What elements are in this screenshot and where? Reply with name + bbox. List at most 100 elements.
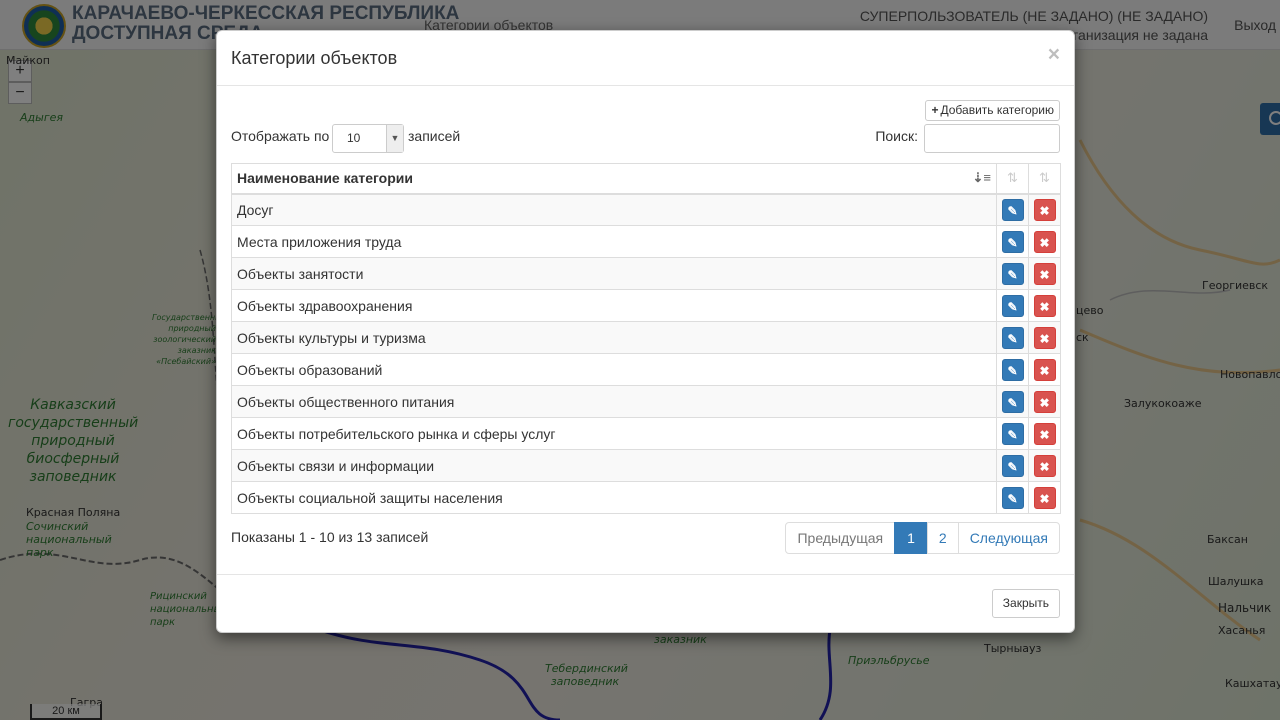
pagination-previous[interactable]: Предыдущая	[785, 522, 896, 554]
sort-icon: ⇅	[1007, 170, 1018, 186]
edit-button[interactable]: ✎	[1001, 454, 1024, 477]
search-input[interactable]	[924, 124, 1060, 153]
remove-icon: ✖	[1039, 203, 1050, 218]
column-header-delete[interactable]: ⇅	[1028, 163, 1061, 195]
delete-button[interactable]: ✖	[1033, 486, 1056, 509]
delete-button[interactable]: ✖	[1033, 390, 1056, 413]
table-header-row: Наименование категории ⇣≡ ⇅ ⇅	[231, 163, 1061, 195]
delete-button[interactable]: ✖	[1033, 262, 1056, 285]
delete-cell: ✖	[1028, 257, 1061, 290]
edit-button[interactable]: ✎	[1001, 262, 1024, 285]
table-row: Объекты общественного питания ✎ ✖	[231, 385, 1061, 418]
category-name: Объекты связи и информации	[231, 449, 997, 482]
categories-table: Наименование категории ⇣≡ ⇅ ⇅ Досуг ✎ ✖ Мес…	[231, 163, 1061, 514]
category-name: Объекты социальной защиты населения	[231, 481, 997, 514]
column-header-edit[interactable]: ⇅	[996, 163, 1029, 195]
page-length-label: Отображать по	[231, 128, 330, 144]
delete-button[interactable]: ✖	[1033, 422, 1056, 445]
pencil-icon: ✎	[1007, 459, 1018, 474]
delete-button[interactable]: ✖	[1033, 230, 1056, 253]
remove-icon: ✖	[1039, 459, 1050, 474]
pencil-icon: ✎	[1007, 363, 1018, 378]
categories-modal: Категории объектов × + Добавить категорию…	[216, 30, 1075, 633]
delete-cell: ✖	[1028, 385, 1061, 418]
pencil-icon: ✎	[1007, 267, 1018, 282]
edit-cell: ✎	[996, 289, 1029, 322]
pencil-icon: ✎	[1007, 203, 1018, 218]
edit-cell: ✎	[996, 225, 1029, 258]
pagination-next[interactable]: Следующая	[957, 522, 1060, 554]
table-row: Места приложения труда ✎ ✖	[231, 225, 1061, 258]
delete-cell: ✖	[1028, 289, 1061, 322]
pencil-icon: ✎	[1007, 491, 1018, 506]
category-name: Досуг	[231, 193, 997, 226]
pagination-page-2[interactable]: 2	[926, 522, 959, 554]
delete-button[interactable]: ✖	[1033, 198, 1056, 221]
close-icon[interactable]: ×	[1048, 43, 1060, 67]
edit-button[interactable]: ✎	[1001, 198, 1024, 221]
delete-cell: ✖	[1028, 193, 1061, 226]
category-name: Объекты общественного питания	[231, 385, 997, 418]
edit-button[interactable]: ✎	[1001, 326, 1024, 349]
table-row: Объекты здравоохранения ✎ ✖	[231, 289, 1061, 322]
table-row: Объекты связи и информации ✎ ✖	[231, 449, 1061, 482]
table-row: Объекты потребительского рынка и сферы у…	[231, 417, 1061, 450]
pencil-icon: ✎	[1007, 395, 1018, 410]
pencil-icon: ✎	[1007, 427, 1018, 442]
page-length-suffix: записей	[408, 128, 461, 144]
search-label: Поиск:	[875, 128, 918, 144]
delete-cell: ✖	[1028, 449, 1061, 482]
edit-button[interactable]: ✎	[1001, 422, 1024, 445]
delete-cell: ✖	[1028, 321, 1061, 354]
remove-icon: ✖	[1039, 395, 1050, 410]
edit-button[interactable]: ✎	[1001, 486, 1024, 509]
table-row: Объекты культуры и туризма ✎ ✖	[231, 321, 1061, 354]
delete-button[interactable]: ✖	[1033, 326, 1056, 349]
modal-header: Категории объектов ×	[217, 31, 1074, 86]
edit-cell: ✎	[996, 353, 1029, 386]
column-header-name-label: Наименование категории	[237, 170, 413, 187]
remove-icon: ✖	[1039, 363, 1050, 378]
pagination: Предыдущая 1 2 Следующая	[785, 522, 1060, 554]
category-name: Объекты потребительского рынка и сферы у…	[231, 417, 997, 450]
page-length-select[interactable]: 10 ▼	[332, 124, 404, 153]
add-category-button[interactable]: + Добавить категорию	[925, 100, 1060, 121]
plus-icon: +	[931, 103, 939, 117]
sort-icon: ⇅	[1039, 170, 1050, 186]
close-button[interactable]: Закрыть	[991, 589, 1060, 618]
column-header-name[interactable]: Наименование категории ⇣≡	[231, 163, 997, 195]
remove-icon: ✖	[1039, 299, 1050, 314]
modal-title: Категории объектов	[231, 48, 398, 68]
remove-icon: ✖	[1039, 267, 1050, 282]
edit-cell: ✎	[996, 321, 1029, 354]
delete-button[interactable]: ✖	[1033, 358, 1056, 381]
edit-cell: ✎	[996, 385, 1029, 418]
pencil-icon: ✎	[1007, 235, 1018, 250]
remove-icon: ✖	[1039, 235, 1050, 250]
table-row: Досуг ✎ ✖	[231, 193, 1061, 226]
category-name: Объекты занятости	[231, 257, 997, 290]
remove-icon: ✖	[1039, 331, 1050, 346]
delete-cell: ✖	[1028, 353, 1061, 386]
modal-body: + Добавить категорию Отображать по 10 ▼ з…	[217, 86, 1074, 576]
modal-footer: Закрыть	[217, 574, 1074, 632]
delete-button[interactable]: ✖	[1033, 454, 1056, 477]
edit-cell: ✎	[996, 481, 1029, 514]
edit-cell: ✎	[996, 449, 1029, 482]
pagination-page-1[interactable]: 1	[894, 522, 928, 554]
pencil-icon: ✎	[1007, 331, 1018, 346]
remove-icon: ✖	[1039, 427, 1050, 442]
table-info: Показаны 1 - 10 из 13 записей	[231, 529, 429, 545]
delete-button[interactable]: ✖	[1033, 294, 1056, 317]
table-body: Досуг ✎ ✖ Места приложения труда ✎ ✖ Объекты з…	[231, 193, 1061, 514]
sort-ascending-icon: ⇣≡	[972, 170, 991, 186]
table-row: Объекты занятости ✎ ✖	[231, 257, 1061, 290]
add-category-label: Добавить категорию	[940, 103, 1055, 117]
edit-button[interactable]: ✎	[1001, 230, 1024, 253]
delete-cell: ✖	[1028, 417, 1061, 450]
edit-cell: ✎	[996, 193, 1029, 226]
edit-button[interactable]: ✎	[1001, 390, 1024, 413]
edit-button[interactable]: ✎	[1001, 358, 1024, 381]
edit-button[interactable]: ✎	[1001, 294, 1024, 317]
edit-cell: ✎	[996, 257, 1029, 290]
